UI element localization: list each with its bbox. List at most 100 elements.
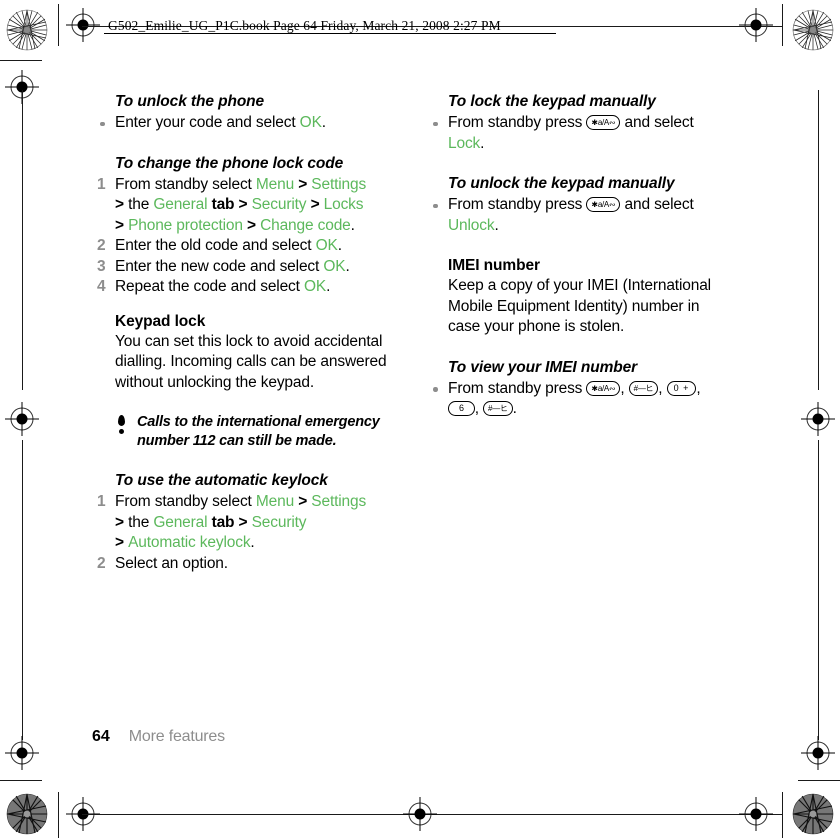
footer-page-number: 64 [92, 728, 110, 745]
path-separator: > [234, 513, 252, 531]
step-text-pre: From standby press [448, 114, 587, 131]
heading-to-change-the-phone-lock-code: To change the phone lock code [115, 154, 344, 172]
heading-to-lock-the-keypad-manually: To lock the keypad manually [448, 93, 656, 110]
keypad-lock-body: You can set this lock to avoid accidenta… [115, 332, 387, 391]
ui-term-unlock: Unlock [448, 216, 495, 234]
step-text-post: . [480, 134, 485, 152]
list-item: 1 From standby select Menu > Settings > … [92, 492, 392, 554]
step-text-tab: tab [207, 196, 235, 213]
trim-rule-h-left-lower [0, 780, 42, 781]
step-text-pre: From standby press [448, 196, 587, 213]
ui-term-lock: Lock [448, 134, 481, 152]
manual-page: G502_Emilie_UG_P1C.book Page 64 Friday, … [0, 0, 840, 840]
ui-term-settings: Settings [311, 493, 367, 510]
path-separator: > [294, 175, 312, 193]
ui-term-security: Security [251, 513, 307, 531]
change-lock-code-steps: 1 From standby select Menu > Settings > … [92, 175, 392, 298]
step-text-pre: Repeat the code and select [115, 278, 304, 295]
registration-mark-top-left [66, 8, 100, 42]
step-text-post: . [345, 257, 350, 275]
phone-key-6-icon: 6 [448, 401, 475, 416]
trim-rule-v-topleft [58, 4, 59, 46]
heading-to-use-the-automatic-keylock: To use the automatic keylock [115, 472, 328, 489]
path-separator: > [294, 493, 312, 510]
heading-keypad-lock: Keypad lock [115, 312, 206, 330]
page-footer: 64 More features [92, 728, 225, 746]
ui-term-locks: Locks [323, 196, 364, 213]
step-text-post: . [350, 216, 355, 234]
trim-rule-v-left-lower [22, 440, 23, 740]
footer-section-title: More features [128, 728, 225, 745]
step-number: 1 [97, 493, 106, 510]
phone-key-star-icon: ✱a/A∾ [586, 115, 621, 130]
step-number: 4 [97, 278, 106, 295]
step-text-post: . [326, 278, 331, 295]
bullet-dot-icon [433, 387, 438, 392]
step-text-post: . [494, 216, 499, 234]
step-text-post: . [250, 534, 255, 551]
right-column: To lock the keypad manually From standby… [425, 92, 725, 420]
starburst-mark-bottom-right [792, 793, 834, 835]
list-item: From standby press ✱a/A∾ and select Lock… [425, 113, 725, 154]
step-number: 1 [97, 175, 106, 193]
ui-term-ok: OK [315, 237, 338, 254]
ui-term-general: General [153, 196, 208, 213]
trim-rule-v-topright [782, 4, 783, 46]
list-item: From standby press ✱a/A∾, #—ヒ, 0 +, 6, #—… [425, 379, 725, 420]
trim-rule-v-left [22, 90, 23, 390]
starburst-mark-top-right [792, 9, 834, 51]
unlock-keypad-bullets: From standby press ✱a/A∾ and select Unlo… [425, 195, 725, 236]
trim-rule-v-bottomleft [58, 792, 59, 838]
lock-keypad-bullets: From standby press ✱a/A∾ and select Lock… [425, 113, 725, 154]
ui-term-security: Security [251, 196, 307, 213]
ui-term-ok: OK [323, 257, 346, 275]
ui-term-menu: Menu [255, 175, 295, 193]
path-separator: > [115, 196, 129, 213]
bullet-dot-icon [433, 121, 438, 126]
trim-rule-h-right-lower [798, 780, 840, 781]
list-item: 2 Enter the old code and select OK. [92, 236, 392, 257]
step-text: Select an option. [115, 554, 228, 572]
registration-mark-right-lower [801, 736, 835, 770]
phone-key-0-icon: 0 + [666, 380, 697, 396]
document-header: G502_Emilie_UG_P1C.book Page 64 Friday, … [108, 18, 501, 33]
ui-term-general: General [153, 513, 208, 531]
registration-mark-left-lower [5, 736, 39, 770]
heading-to-unlock-the-phone: To unlock the phone [115, 93, 265, 110]
list-item: Enter your code and select OK. [92, 113, 392, 134]
registration-mark-bottom-right [739, 797, 773, 831]
step-text: From standby select [115, 175, 256, 193]
heading-imei-number: IMEI number [448, 257, 540, 274]
step-number: 3 [97, 257, 106, 275]
left-column: To unlock the phone Enter your code and … [92, 92, 392, 574]
step-text-post: . [512, 400, 517, 417]
path-separator: > [115, 216, 129, 234]
list-item: 2 Select an option. [92, 554, 392, 575]
registration-mark-top-right [739, 8, 773, 42]
phone-key-star-icon: ✱a/A∾ [586, 380, 621, 396]
step-text-mid: and select [620, 114, 694, 131]
registration-mark-mid-left [5, 402, 39, 436]
starburst-mark-top-left [6, 9, 48, 51]
list-item: From standby press ✱a/A∾ and select Unlo… [425, 195, 725, 236]
ui-term-menu: Menu [255, 493, 295, 510]
step-text-pre: From standby press [448, 379, 587, 397]
ui-term-settings: Settings [311, 175, 367, 193]
view-imei-bullets: From standby press ✱a/A∾, #—ヒ, 0 +, 6, #—… [425, 379, 725, 420]
heading-to-view-your-imei-number: To view your IMEI number [448, 358, 638, 376]
trim-rule-v-right-lower [818, 440, 819, 740]
step-text: the [128, 196, 154, 213]
ui-term-phone-protection: Phone protection [128, 216, 243, 234]
step-text-pre: Enter your code and select [115, 114, 300, 131]
step-text-tab: tab [207, 513, 235, 531]
ui-term-change-code: Change code [260, 216, 351, 234]
phone-key-hash-icon: #—ヒ [483, 401, 513, 416]
trim-rule-v-bottomright [782, 792, 783, 838]
heading-to-unlock-the-keypad-manually: To unlock the keypad manually [448, 175, 675, 192]
